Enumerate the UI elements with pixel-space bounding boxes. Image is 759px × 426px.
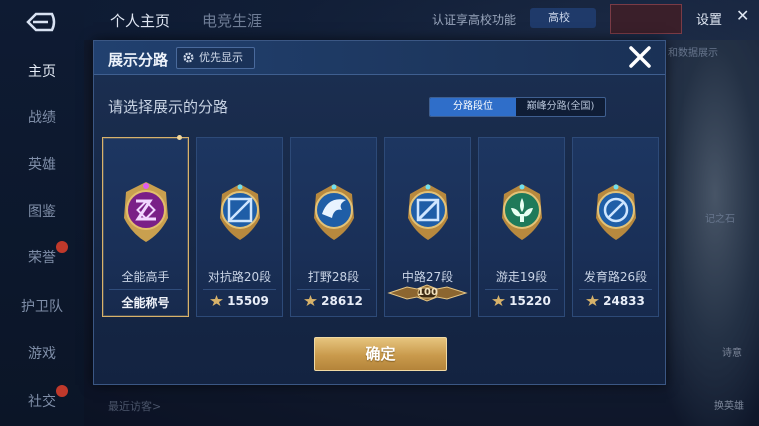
selection-prompt: 请选择展示的分路 — [108, 98, 229, 116]
lane-card-all-round[interactable]: 全能高手 全能称号 — [102, 135, 189, 317]
divider — [297, 289, 370, 290]
lane-name: 游走19段 — [495, 270, 548, 284]
close-icon[interactable]: ✕ — [736, 6, 749, 25]
lane-card-farm[interactable]: 发育路26段 24833 — [572, 137, 659, 317]
lane-name: 对抗路20段 — [207, 270, 272, 284]
lane-score: 28612 — [291, 294, 376, 308]
lane-name: 中路27段 — [401, 270, 454, 284]
sidebar: 主页 战绩 英雄 图鉴 荣誉 护卫队 游戏 社交 — [0, 0, 84, 426]
sidebar-item-home[interactable]: 主页 — [0, 57, 84, 87]
all-round-emblem-icon — [124, 182, 168, 242]
dialog-title: 展示分路 — [108, 51, 169, 69]
sidebar-item-records[interactable]: 战绩 — [0, 103, 84, 133]
lane-score: 15509 — [197, 294, 282, 308]
rank-star-icon — [492, 295, 506, 306]
tab-lane-rank[interactable]: 分路段位 — [430, 98, 516, 116]
clash-lane-emblem-icon — [220, 184, 260, 240]
close-icon[interactable] — [626, 43, 654, 71]
lane-display-dialog: 展示分路 优先显示 请选择展示的分路 分路段位 巅峰分路(全国) 全能高手 全能… — [93, 40, 666, 385]
divider — [485, 289, 558, 290]
sidebar-item-heroes[interactable]: 英雄 — [0, 150, 84, 180]
gear-icon — [183, 52, 194, 63]
lane-card-jungle[interactable]: 打野28段 28612 — [290, 137, 377, 317]
selected-indicator — [177, 135, 182, 140]
lane-name: 发育路26段 — [583, 270, 648, 284]
all-round-title-label: 全能称号 — [121, 296, 170, 310]
back-icon[interactable] — [22, 10, 58, 34]
campus-chip[interactable]: 高校 — [530, 8, 596, 28]
sidebar-item-honor[interactable]: 荣誉 — [0, 241, 84, 273]
lane-card-roam[interactable]: 游走19段 15220 — [478, 137, 565, 317]
divider — [579, 289, 652, 290]
lane-score: 24833 — [573, 294, 658, 308]
tab-esports[interactable]: 电竞生涯 — [202, 10, 262, 31]
tab-profile[interactable]: 个人主页 — [110, 10, 170, 31]
lane-score: 15220 — [479, 294, 564, 308]
notification-badge — [56, 385, 68, 397]
rank-star-icon — [210, 295, 224, 306]
priority-display-button[interactable]: 优先显示 — [176, 47, 255, 69]
divider — [109, 289, 182, 290]
mid-lane-emblem-icon — [408, 184, 448, 240]
roam-emblem-icon — [502, 184, 542, 240]
peak-100-badge: 100 — [387, 284, 468, 302]
rank-star-icon — [304, 295, 318, 306]
jungle-emblem-icon — [314, 184, 354, 240]
confirm-button[interactable]: 确定 — [314, 337, 447, 371]
lane-mode-toggle: 分路段位 巅峰分路(全国) — [429, 97, 606, 117]
sidebar-item-guard-team[interactable]: 护卫队 — [0, 292, 84, 322]
campus-notice[interactable]: 认证享高校功能 — [432, 11, 516, 28]
divider — [203, 289, 276, 290]
lane-card-mid[interactable]: 中路27段 100 — [384, 137, 471, 317]
notification-badge — [56, 241, 68, 253]
lane-name: 全能高手 — [121, 270, 170, 284]
promo-box[interactable] — [610, 4, 682, 34]
farm-lane-emblem-icon — [596, 184, 636, 240]
settings-button[interactable]: 设置 — [696, 9, 722, 28]
rank-star-icon — [586, 295, 600, 306]
sidebar-item-codex[interactable]: 图鉴 — [0, 197, 84, 227]
lane-card-clash[interactable]: 对抗路20段 15509 — [196, 137, 283, 317]
sidebar-item-social[interactable]: 社交 — [0, 385, 84, 417]
dialog-header: 展示分路 优先显示 — [94, 41, 665, 75]
sidebar-item-games[interactable]: 游戏 — [0, 339, 84, 369]
tab-peak-lane[interactable]: 巅峰分路(全国) — [516, 98, 605, 116]
lane-name: 打野28段 — [307, 270, 360, 284]
